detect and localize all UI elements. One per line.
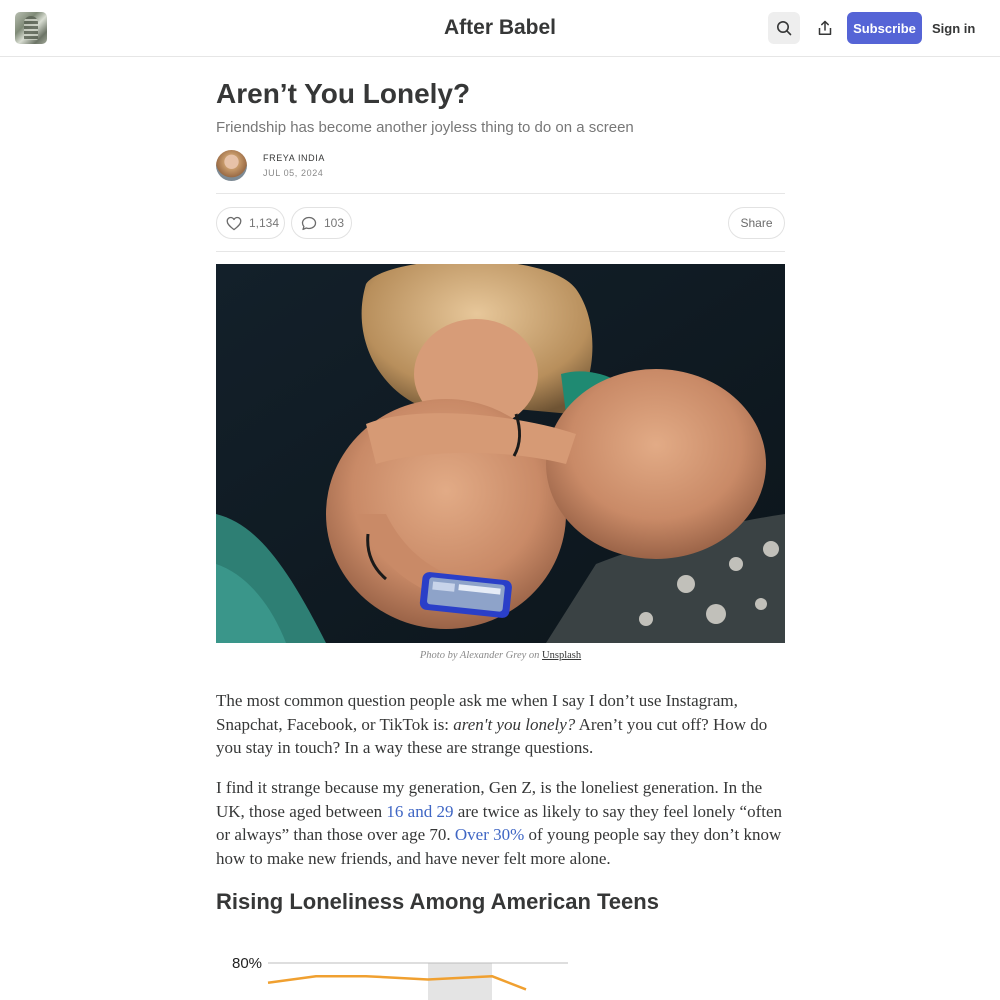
inline-link[interactable]: 16 and 29 xyxy=(386,802,453,821)
comment-count: 103 xyxy=(324,216,345,230)
divider xyxy=(216,251,785,252)
author-name[interactable]: FREYA INDIA xyxy=(263,153,325,163)
post-subtitle: Friendship has become another joyless th… xyxy=(216,119,634,136)
emphasis-text: aren't you lonely? xyxy=(453,714,576,734)
author-avatar[interactable] xyxy=(216,150,247,181)
top-bar: After Babel Subscribe Sign in xyxy=(0,0,1000,57)
comment-icon xyxy=(301,216,317,230)
share-icon xyxy=(818,20,832,35)
image-caption: Photo by Alexander Grey on Unsplash xyxy=(216,650,785,661)
search-icon xyxy=(777,21,792,36)
y-tick-label: 80% xyxy=(232,955,262,972)
body-paragraph: The most common question people ask me w… xyxy=(216,689,785,760)
caption-link[interactable]: Unsplash xyxy=(542,650,581,661)
section-heading: Rising Loneliness Among American Teens xyxy=(216,889,659,914)
comment-button[interactable]: 103 xyxy=(291,207,352,239)
loneliness-chart: 80% xyxy=(216,930,785,1000)
body-paragraph: I find it strange because my generation,… xyxy=(216,776,785,871)
chart-svg: 80% xyxy=(232,955,568,1000)
heart-icon xyxy=(226,216,242,230)
like-button[interactable]: 1,134 xyxy=(216,207,285,239)
caption-text: Photo by Alexander Grey on xyxy=(419,650,543,661)
subscribe-button[interactable]: Subscribe xyxy=(847,12,922,44)
hero-image xyxy=(216,264,785,643)
chart-shaded-region xyxy=(428,963,492,1000)
share-post-button[interactable]: Share xyxy=(728,207,785,239)
inline-link[interactable]: Over 30% xyxy=(455,825,524,844)
share-button[interactable] xyxy=(809,12,841,44)
post-date: JUL 05, 2024 xyxy=(263,168,324,178)
divider xyxy=(216,193,785,194)
search-button[interactable] xyxy=(768,12,800,44)
post-title: Aren’t You Lonely? xyxy=(216,78,471,109)
sign-in-link[interactable]: Sign in xyxy=(932,12,975,44)
like-count: 1,134 xyxy=(249,216,280,230)
